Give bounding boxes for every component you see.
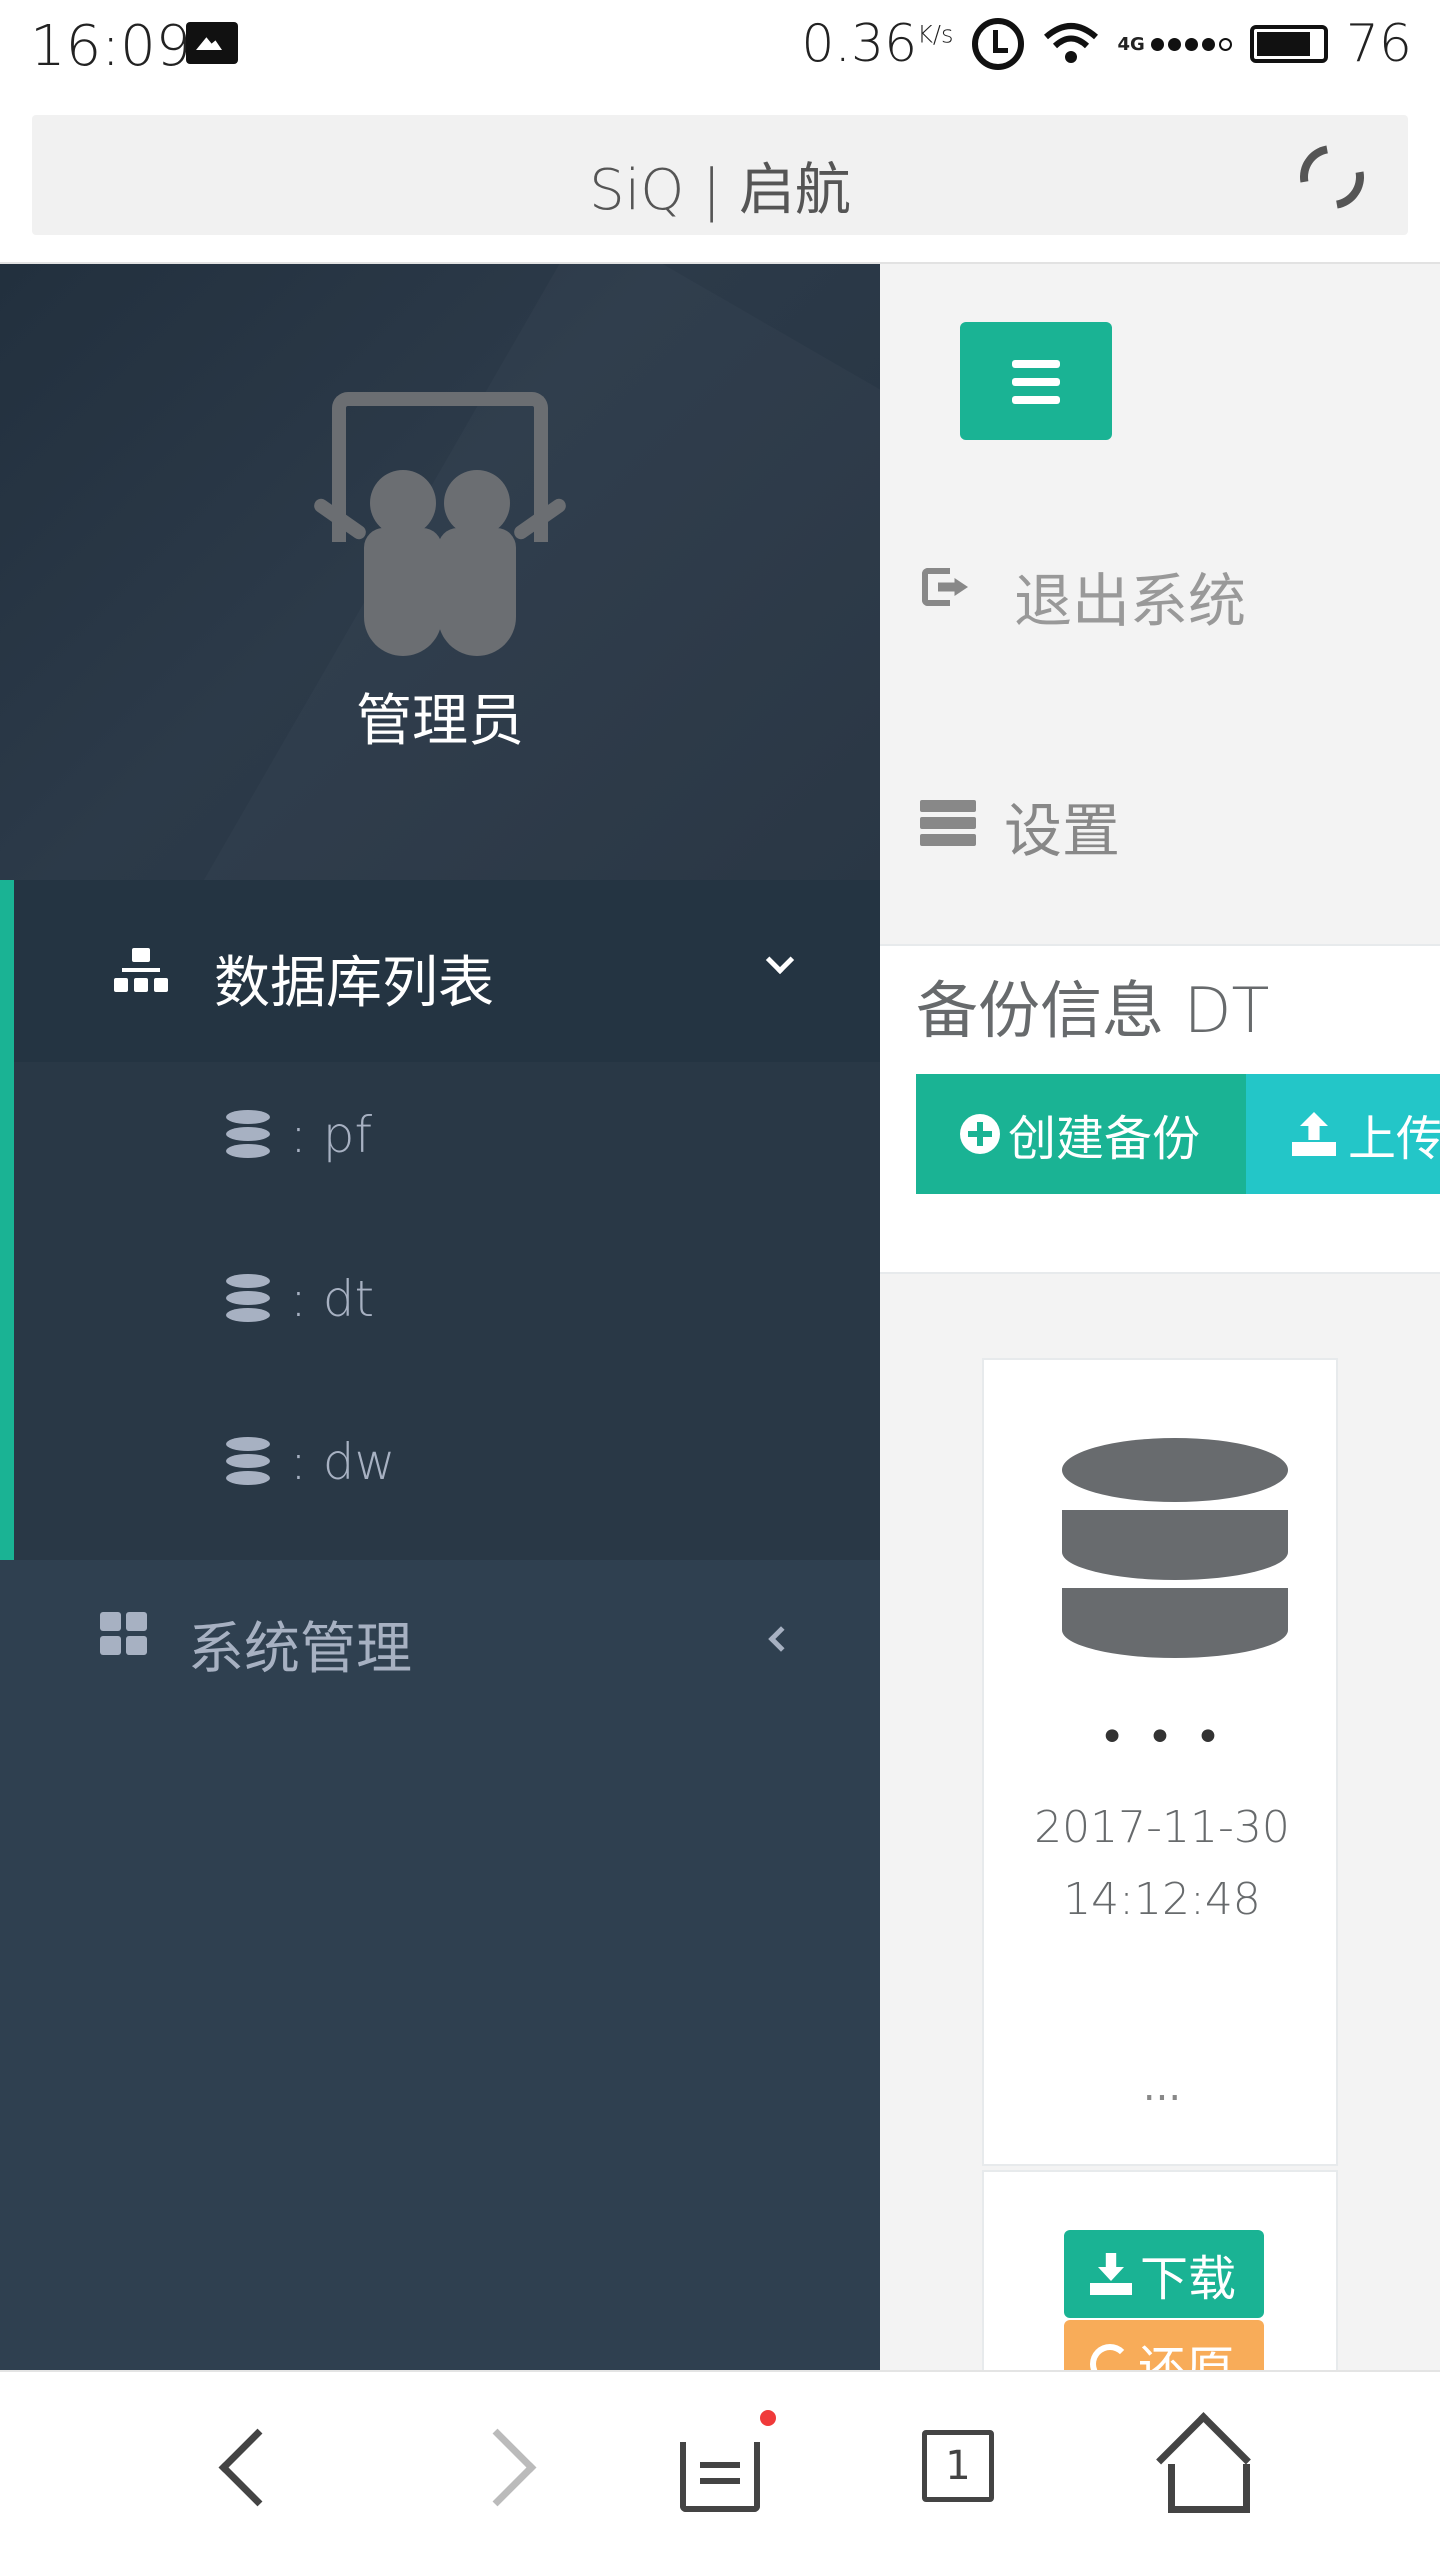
main-content: 退出系统 设置 备份信息 DT 创建备份 上传 • • • 2017-11-30… <box>880 264 1440 2370</box>
database-label: : dt <box>290 1270 375 1328</box>
gallery-notification-icon <box>186 22 238 64</box>
forward-arrow-icon[interactable] <box>460 2422 550 2512</box>
database-label: : dw <box>290 1433 396 1491</box>
nav-database-dw[interactable]: : dw <box>14 1407 880 1517</box>
status-bar: 16:09 0.36K/s 4G 76 <box>0 0 1440 100</box>
back-arrow-icon[interactable] <box>200 2422 290 2512</box>
upload-label: 上传 <box>1348 1111 1440 1167</box>
home-icon[interactable] <box>1160 2422 1250 2513</box>
backup-title: 备份信息 DT <box>916 974 1270 1047</box>
nav-database-list: 数据库列表 : pf : dt : dw <box>0 880 880 1560</box>
backup-card-actions: 下载 还原 <box>982 2170 1338 2370</box>
sign-out-icon <box>922 568 970 606</box>
share-icon[interactable] <box>680 2442 760 2512</box>
restore-label: 还原 <box>1138 2341 1235 2370</box>
logout-label: 退出系统 <box>1014 567 1247 635</box>
sitemap-icon <box>114 948 168 994</box>
menu-toggle-button[interactable] <box>960 322 1112 440</box>
browser-title-bar[interactable]: SiQ | 启航 <box>32 115 1408 235</box>
download-button[interactable]: 下载 <box>1064 2230 1264 2318</box>
profile-header: 管理员 <box>0 264 880 880</box>
create-backup-button[interactable]: 创建备份 <box>916 1074 1246 1194</box>
status-time: 16:09 <box>30 14 192 79</box>
battery-icon <box>1249 25 1328 63</box>
alarm-icon <box>971 18 1024 70</box>
database-label: : pf <box>290 1106 373 1164</box>
nav-database-dt[interactable]: : dt <box>14 1244 880 1354</box>
chevron-down-icon <box>765 945 795 975</box>
web-page: 管理员 数据库列表 : pf : dt : dw 系统管理 退出系统 设置 备份… <box>0 262 1440 2370</box>
database-icon <box>226 1274 270 1326</box>
admin-avatar-icon[interactable] <box>310 392 570 662</box>
plus-circle-icon <box>960 1114 1000 1154</box>
download-label: 下载 <box>1140 2251 1237 2307</box>
restore-button[interactable]: 还原 <box>1064 2320 1264 2370</box>
create-backup-label: 创建备份 <box>1008 1111 1201 1167</box>
wifi-icon <box>1043 23 1098 63</box>
settings-label: 设置 <box>1004 797 1121 865</box>
chevron-left-icon <box>768 1626 794 1652</box>
tasks-icon <box>920 800 976 846</box>
database-icon <box>226 1437 270 1489</box>
download-icon <box>1090 2253 1132 2295</box>
browser-nav-bar: 1 <box>0 2370 1440 2560</box>
nav-database-list-toggle[interactable]: 数据库列表 <box>14 880 880 1062</box>
nav-system-management[interactable]: 系统管理 <box>0 1560 880 1710</box>
upload-icon <box>1292 1112 1336 1156</box>
notification-dot <box>760 2410 776 2426</box>
nav-system-management-label: 系统管理 <box>188 1617 412 1682</box>
refresh-icon <box>1090 2344 1130 2370</box>
battery-level: 76 <box>1345 14 1412 74</box>
cellular-signal-icon: 4G <box>1118 34 1232 55</box>
backup-panel: 备份信息 DT 创建备份 上传 <box>880 944 1440 1274</box>
nav-database-pf[interactable]: : pf <box>14 1080 880 1190</box>
network-speed: 0.36K/s <box>801 14 954 74</box>
page-title: SiQ | 启航 <box>589 158 851 223</box>
tabs-icon[interactable]: 1 <box>922 2430 994 2502</box>
database-icon <box>226 1110 270 1162</box>
profile-name[interactable]: 管理员 <box>0 676 880 757</box>
backup-card: • • • 2017-11-30 14:12:48 ... <box>982 1358 1338 2166</box>
status-right: 0.36K/s 4G 76 <box>801 14 1412 74</box>
backup-description: ... <box>1142 2064 1182 2110</box>
database-icon <box>1062 1438 1288 1700</box>
nav-database-list-label: 数据库列表 <box>214 951 494 1016</box>
sidebar: 管理员 数据库列表 : pf : dt : dw 系统管理 <box>0 264 880 2370</box>
backup-date: 2017-11-30 14:12:48 <box>1034 1802 1290 1925</box>
upload-button[interactable]: 上传 <box>1246 1074 1440 1194</box>
backup-name: • • • <box>1099 1712 1225 1763</box>
grid-icon <box>100 1612 148 1656</box>
